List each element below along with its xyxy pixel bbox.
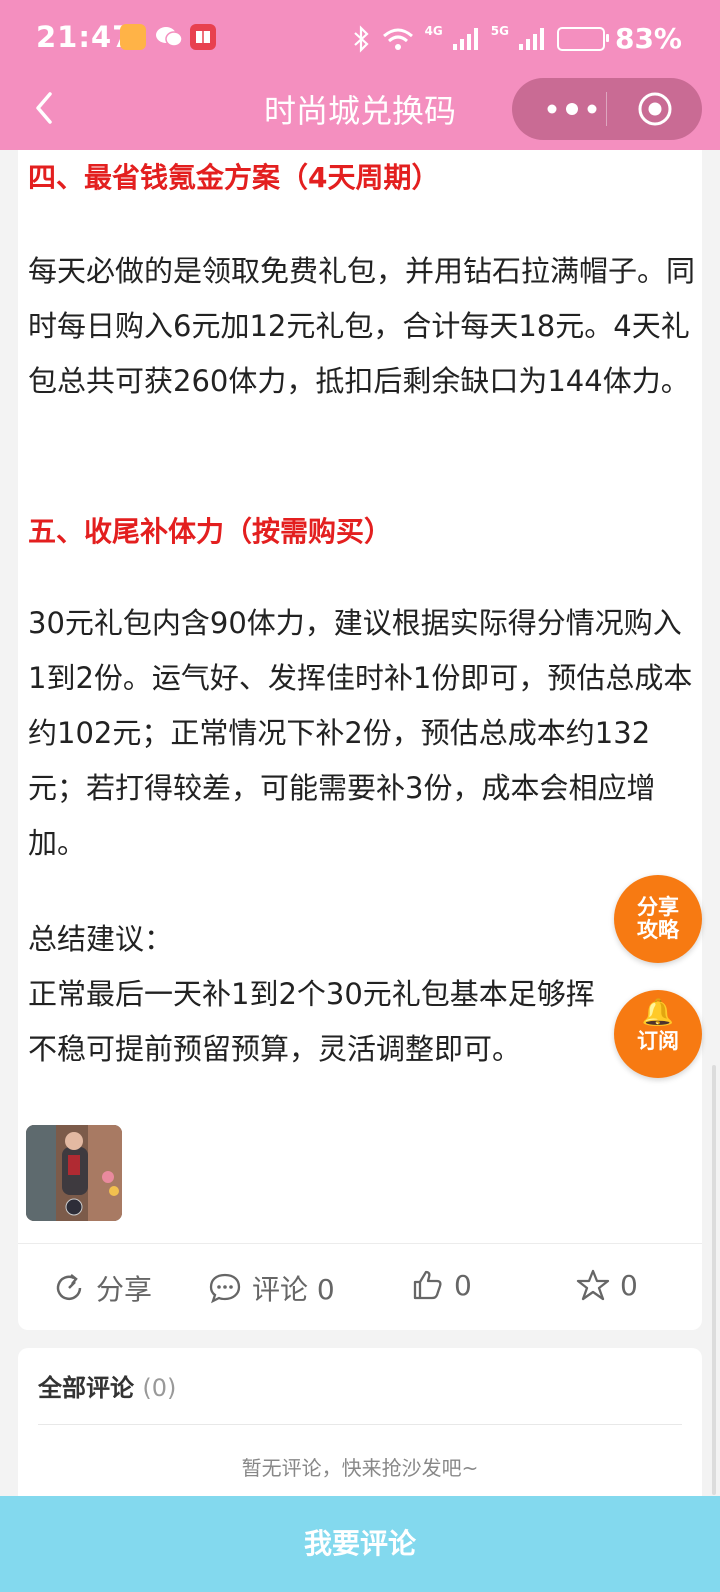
write-comment-label: 我要评论	[303, 1527, 416, 1560]
wifi-icon	[382, 28, 413, 50]
status-time: 21:47	[36, 20, 134, 54]
share-button[interactable]: 分享	[52, 1268, 152, 1308]
section-paragraph-5: 30元礼包内含90体力，建议根据实际得分情况购入1到2份。运气好、发挥佳时补1份…	[28, 606, 693, 860]
share-icon	[56, 1274, 82, 1301]
subscribe-floating-button[interactable]: 🔔 订阅	[614, 990, 702, 1078]
comments-title-text: 全部评论	[38, 1374, 134, 1402]
share-guide-floating-button[interactable]: 分享 攻略	[614, 875, 702, 963]
comments-empty-text: 暂无评论，快来抢沙发吧~	[241, 1456, 479, 1480]
summary-text: 正常最后一天补1到2个30元礼包基本足够挥不稳可提前预留预算，灵活调整即可。	[28, 977, 595, 1066]
comment-icon	[209, 1273, 241, 1304]
mini-program-capsule	[512, 78, 702, 140]
subscribe-label: 订阅	[637, 1029, 679, 1053]
summary-title: 总结建议：	[28, 922, 174, 956]
actions-divider	[18, 1243, 702, 1244]
section-heading-4: 四、最省钱氪金方案（4天周期）	[28, 161, 440, 194]
scrollbar[interactable]	[712, 1065, 716, 1495]
article-image-thumbnail[interactable]	[26, 1125, 122, 1221]
battery-icon	[556, 26, 609, 51]
status-bar: 21:47 4G 5G 83%	[0, 0, 720, 78]
network-label-1: 4G	[424, 23, 443, 38]
bluetooth-icon	[353, 24, 369, 53]
section-heading-5: 五、收尾补体力（按需购买）	[28, 515, 393, 548]
article-actions: 分享 评论 0 0 0	[18, 1258, 702, 1318]
article-card: 四、最省钱氪金方案（4天周期） 每天必做的是领取免费礼包，并用钻石拉满帽子。同时…	[18, 150, 702, 1330]
comments-divider	[38, 1424, 682, 1425]
app-notification-icon	[120, 24, 146, 50]
favorite-button[interactable]: 0	[576, 1268, 638, 1302]
signal-icon-2	[518, 27, 547, 50]
comments-title: 全部评论 (0)	[38, 1368, 176, 1403]
thumbs-up-icon	[413, 1270, 442, 1300]
share-guide-line1: 分享	[637, 895, 679, 919]
like-count: 0	[454, 1268, 472, 1302]
battery-level: 83%	[614, 22, 682, 55]
write-comment-button[interactable]: 我要评论	[0, 1496, 720, 1592]
comments-count: (0)	[142, 1374, 177, 1402]
signal-icon	[452, 27, 481, 50]
share-label: 分享	[96, 1273, 153, 1306]
network-label-2: 5G	[490, 23, 509, 38]
section-paragraph-4: 每天必做的是领取免费礼包，并用钻石拉满帽子。同时每日购入6元加12元礼包，合计每…	[28, 254, 696, 398]
book-notification-icon	[190, 24, 216, 50]
comment-label: 评论 0	[252, 1273, 335, 1306]
star-icon	[576, 1269, 610, 1301]
close-mini-program-icon[interactable]	[636, 90, 674, 128]
more-options-icon[interactable]	[542, 98, 602, 120]
wechat-notification-icon	[155, 24, 183, 50]
share-guide-line2: 攻略	[637, 918, 679, 942]
comment-button[interactable]: 评论 0	[208, 1268, 335, 1308]
capsule-divider	[606, 92, 607, 126]
status-right: 4G 5G 83%	[351, 22, 682, 55]
favorite-count: 0	[620, 1268, 638, 1302]
like-button[interactable]: 0	[410, 1268, 472, 1302]
bell-icon: 🔔	[641, 998, 675, 1028]
top-bar: 21:47 4G 5G 83% 时尚城兑换码	[0, 0, 720, 150]
nav-bar: 时尚城兑换码	[0, 78, 720, 150]
